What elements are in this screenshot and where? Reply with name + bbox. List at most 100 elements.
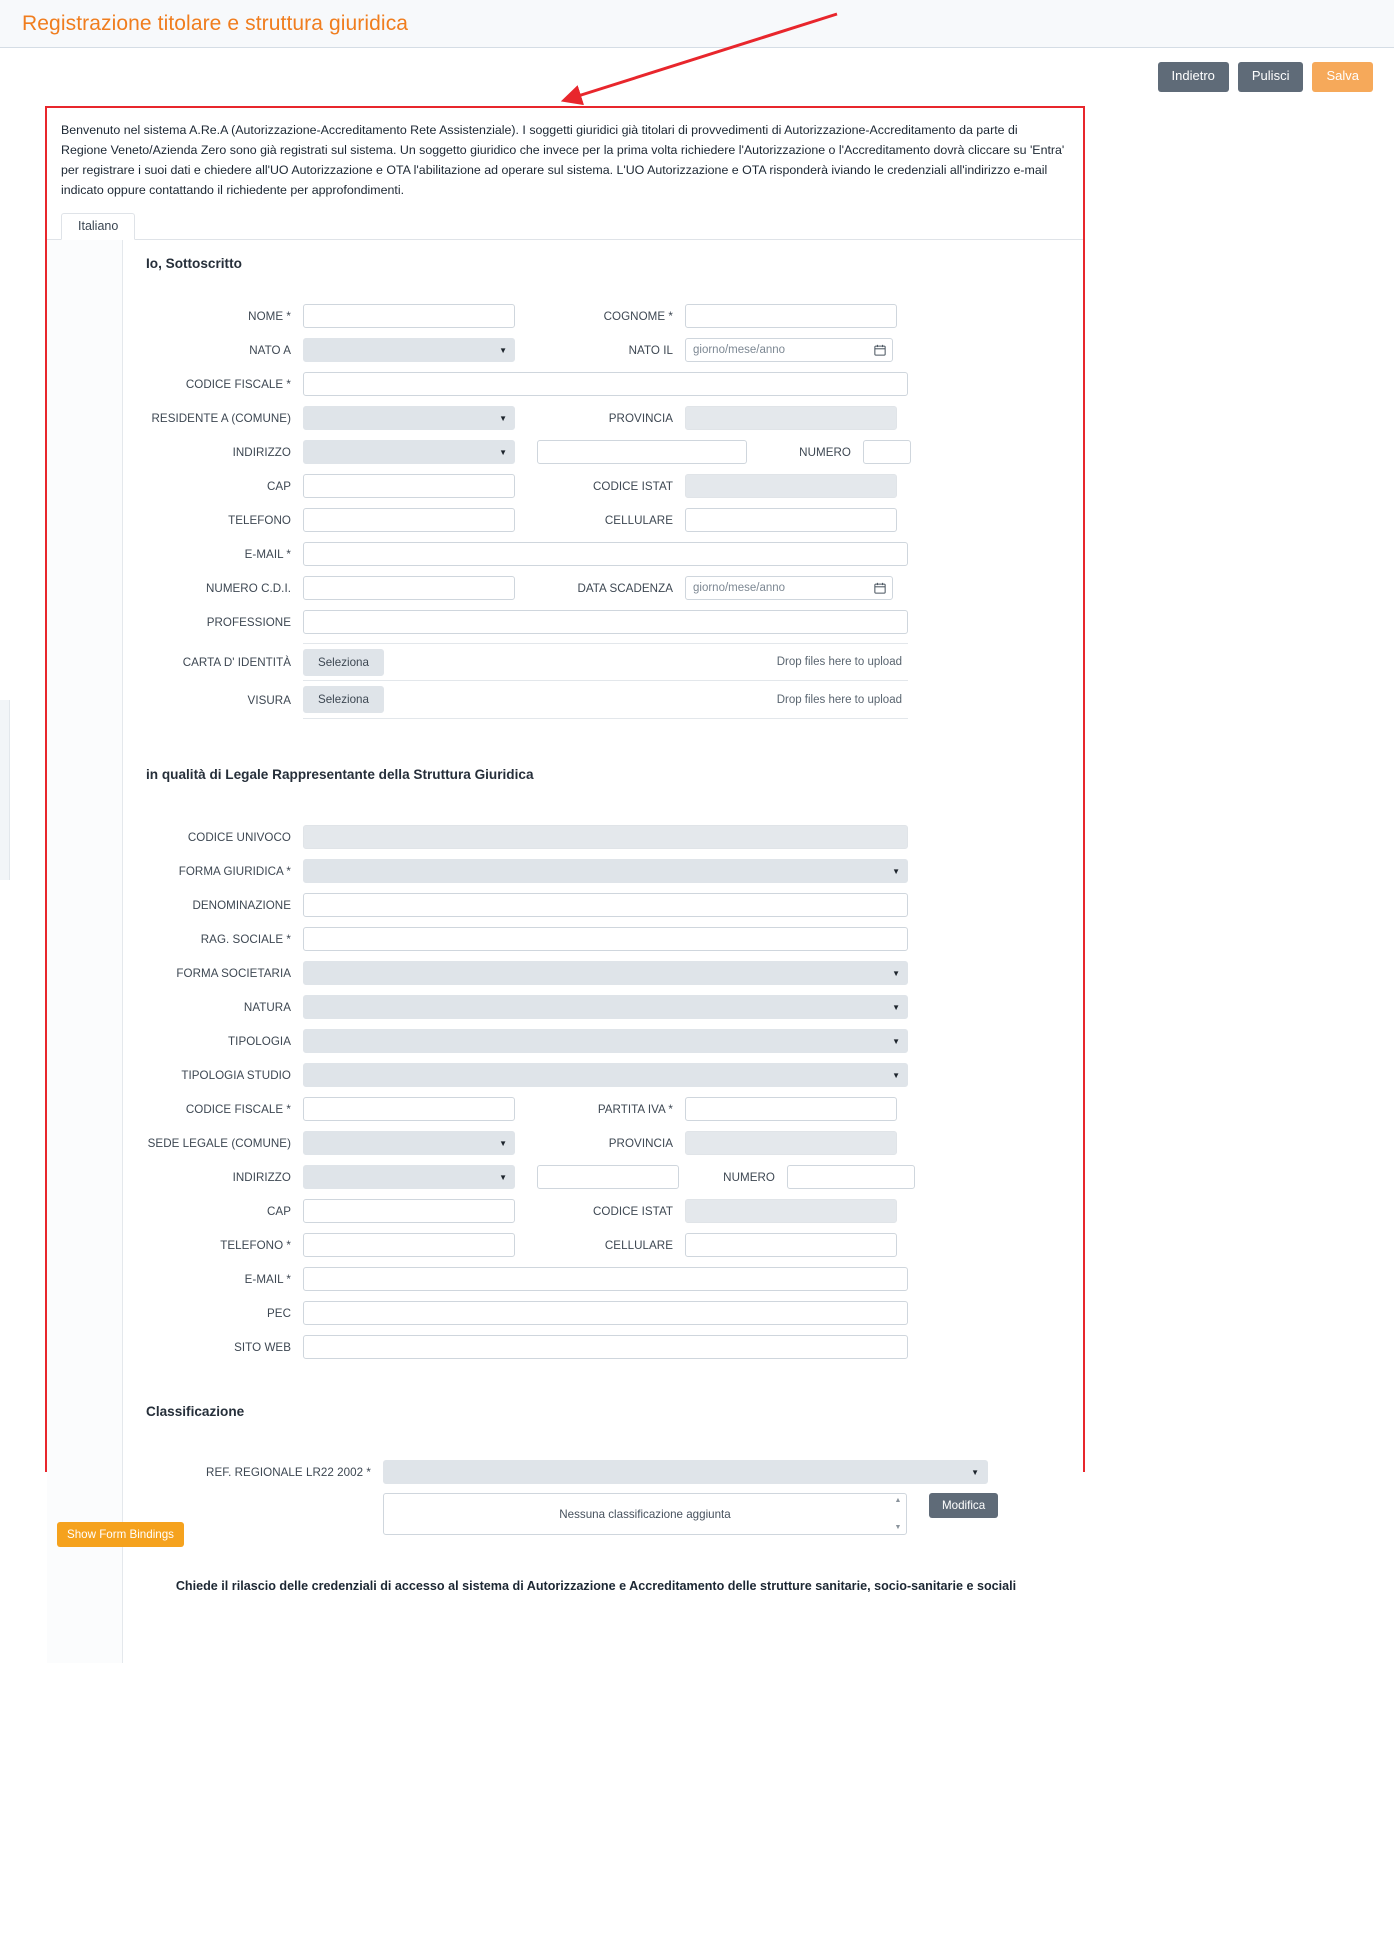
row-tipologia-studio: TIPOLOGIA STUDIO ▼: [135, 1062, 1057, 1088]
label-nato-il: NATO IL: [628, 343, 673, 357]
label-entity-codice-fiscale: CODICE FISCALE *: [185, 1102, 291, 1116]
input-denominazione[interactable]: [303, 893, 908, 918]
input-numero-cdi[interactable]: [303, 576, 515, 601]
select-forma-giuridica[interactable]: ▼: [303, 859, 908, 884]
chevron-down-icon: ▼: [892, 968, 900, 978]
label-entity-cap: CAP: [267, 1204, 291, 1218]
input-telefono[interactable]: [303, 508, 515, 533]
label-codice-fiscale: CODICE FISCALE *: [185, 377, 291, 391]
form-main: Io, Sottoscritto NOME * COGNOME * NATO A…: [123, 240, 1083, 1663]
select-file-visura-button[interactable]: Seleziona: [303, 686, 384, 714]
input-numero[interactable]: [863, 440, 911, 465]
select-residente-comune[interactable]: ▼: [303, 406, 515, 431]
select-file-carta-identita-button[interactable]: Seleziona: [303, 648, 384, 676]
input-sito-web[interactable]: [303, 1335, 908, 1360]
label-indirizzo: INDIRIZZO: [232, 445, 291, 459]
select-indirizzo[interactable]: ▼: [303, 440, 515, 465]
label-rag-sociale: RAG. SOCIALE *: [200, 932, 291, 946]
page-header: Registrazione titolare e struttura giuri…: [0, 0, 1394, 48]
chevron-down-icon: ▼: [499, 1138, 507, 1148]
input-cap[interactable]: [303, 474, 515, 499]
label-entity-provincia: PROVINCIA: [608, 1136, 673, 1150]
row-sede-legale: SEDE LEGALE (COMUNE) ▼ PROVINCIA: [135, 1130, 1057, 1156]
section-title-classification: Classificazione: [146, 1404, 245, 1420]
label-natura: NATURA: [243, 1000, 291, 1014]
select-natura[interactable]: ▼: [303, 995, 908, 1020]
input-email[interactable]: [303, 542, 908, 567]
input-entity-numero[interactable]: [787, 1165, 915, 1190]
input-entity-telefono[interactable]: [303, 1233, 515, 1258]
label-codice-istat: CODICE ISTAT: [592, 479, 673, 493]
calendar-icon[interactable]: [874, 582, 886, 595]
input-pec[interactable]: [303, 1301, 908, 1326]
input-professione[interactable]: [303, 610, 908, 635]
input-indirizzo-testo[interactable]: [537, 440, 747, 465]
date-data-scadenza[interactable]: giorno/mese/anno: [685, 576, 893, 601]
label-sito-web: SITO WEB: [234, 1340, 291, 1354]
upload-carta-identita[interactable]: Seleziona Drop files here to upload: [303, 643, 908, 682]
label-entity-cellulare: CELLULARE: [604, 1238, 673, 1252]
row-rag-sociale: RAG. SOCIALE *: [135, 926, 1057, 952]
select-entity-indirizzo[interactable]: ▼: [303, 1165, 515, 1190]
input-rag-sociale[interactable]: [303, 927, 908, 952]
input-entity-email[interactable]: [303, 1267, 908, 1292]
readonly-entity-codice-istat: [685, 1199, 897, 1224]
row-entity-indirizzo: INDIRIZZO ▼ NUMERO: [135, 1164, 1057, 1190]
tab-italiano[interactable]: Italiano: [61, 213, 136, 241]
select-nato-a[interactable]: ▼: [303, 338, 515, 363]
row-tipologia: TIPOLOGIA ▼: [135, 1028, 1057, 1054]
row-numero-cdi: NUMERO C.D.I. DATA SCADENZA giorno/mese/…: [135, 575, 1057, 601]
select-sede-legale-comune[interactable]: ▼: [303, 1131, 515, 1156]
label-numero: NUMERO: [799, 445, 851, 459]
readonly-provincia: [685, 406, 897, 431]
input-entity-cellulare[interactable]: [685, 1233, 897, 1258]
input-nome[interactable]: [303, 304, 515, 329]
input-cognome[interactable]: [685, 304, 897, 329]
upload-visura[interactable]: Seleziona Drop files here to upload: [303, 681, 908, 720]
save-button[interactable]: Salva: [1312, 62, 1373, 92]
drop-hint-carta-identita: Drop files here to upload: [776, 656, 902, 669]
row-residente: RESIDENTE A (COMUNE) ▼ PROVINCIA: [135, 405, 1057, 431]
page-title: Registrazione titolare e struttura giuri…: [22, 11, 409, 35]
label-cellulare: CELLULARE: [604, 513, 673, 527]
clear-button[interactable]: Pulisci: [1237, 62, 1304, 92]
input-partita-iva[interactable]: [685, 1097, 897, 1122]
label-forma-societaria: FORMA SOCIETARIA: [176, 966, 291, 980]
select-tipologia[interactable]: ▼: [303, 1029, 908, 1054]
show-form-bindings-button[interactable]: Show Form Bindings: [57, 1522, 184, 1547]
select-forma-societaria[interactable]: ▼: [303, 961, 908, 986]
label-ref-regionale: REF. REGIONALE LR22 2002 *: [206, 1465, 371, 1479]
input-entity-cap[interactable]: [303, 1199, 515, 1224]
input-codice-fiscale[interactable]: [303, 372, 908, 397]
readonly-codice-istat: [685, 474, 897, 499]
label-telefono: TELEFONO: [228, 513, 291, 527]
chevron-up-icon[interactable]: ▲: [895, 1497, 902, 1504]
classification-empty-list[interactable]: Nessuna classificazione aggiunta ▲ ▼: [383, 1493, 907, 1536]
date-nato-il[interactable]: giorno/mese/anno: [685, 338, 893, 363]
row-classification-list: Nessuna classificazione aggiunta ▲ ▼ Mod…: [135, 1493, 1057, 1536]
form-highlight-region: Benvenuto nel sistema A.Re.A (Autorizzaz…: [45, 106, 1085, 1664]
input-cellulare[interactable]: [685, 508, 897, 533]
select-tipologia-studio[interactable]: ▼: [303, 1063, 908, 1088]
row-codice-fiscale: CODICE FISCALE *: [135, 371, 1057, 397]
input-entity-codice-fiscale[interactable]: [303, 1097, 515, 1122]
language-tabs: Italiano: [47, 212, 1083, 241]
row-entity-email: E-MAIL *: [135, 1266, 1057, 1292]
chevron-down-icon[interactable]: ▼: [895, 1524, 902, 1531]
row-natura: NATURA ▼: [135, 994, 1057, 1020]
scroll-spinner[interactable]: ▲ ▼: [893, 1497, 903, 1531]
classification-empty-text: Nessuna classificazione aggiunta: [559, 1507, 731, 1521]
intro-text: Benvenuto nel sistema A.Re.A (Autorizzaz…: [47, 108, 1083, 213]
row-forma-giuridica: FORMA GIURIDICA * ▼: [135, 858, 1057, 884]
modifica-button[interactable]: Modifica: [929, 1493, 999, 1519]
closing-statement: Chiede il rilascio delle credenziali di …: [175, 1579, 1017, 1594]
label-entity-email: E-MAIL *: [244, 1272, 291, 1286]
input-entity-indirizzo-testo[interactable]: [537, 1165, 679, 1190]
label-tipologia: TIPOLOGIA: [228, 1034, 291, 1048]
section-title-entity: in qualità di Legale Rappresentante dell…: [146, 767, 534, 783]
back-button[interactable]: Indietro: [1157, 62, 1229, 92]
row-email: E-MAIL *: [135, 541, 1057, 567]
select-ref-regionale[interactable]: ▼: [383, 1460, 988, 1485]
calendar-icon[interactable]: [874, 344, 886, 357]
row-sito-web: SITO WEB: [135, 1334, 1057, 1360]
